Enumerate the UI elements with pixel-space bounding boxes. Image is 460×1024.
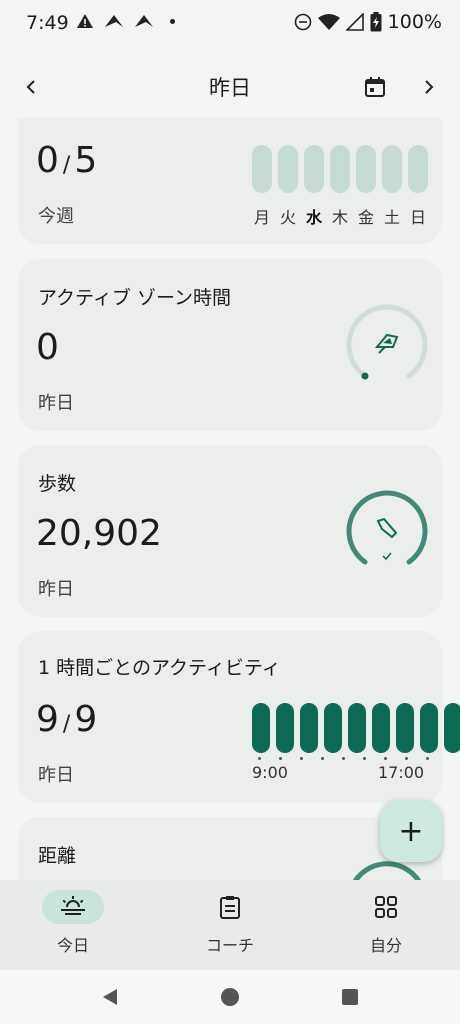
day-bar — [304, 145, 324, 193]
chevron-right-icon — [425, 80, 434, 94]
sunrise-icon — [61, 896, 85, 915]
do-not-disturb-icon — [294, 13, 311, 31]
weekly-goal-value: 0/5 — [36, 140, 98, 181]
weekly-bars — [252, 145, 428, 193]
notification-icons — [76, 13, 175, 29]
hourly-activity-label: 1 時間ごとのアクティビティ — [38, 657, 281, 679]
warning-icon — [77, 14, 93, 28]
battery-percent: 100% — [387, 11, 442, 33]
weekly-days-target: 5 — [74, 140, 98, 181]
nav-profile[interactable]: 自分 — [326, 890, 446, 956]
system-navigation-bar — [0, 970, 460, 1024]
steps-label: 歩数 — [38, 473, 77, 495]
steps-ring — [346, 490, 428, 565]
weekly-day-labels: 月 火 水 木 金 土 日 — [252, 204, 428, 228]
bottom-navigation: 今日 コーチ 自分 — [0, 880, 460, 970]
day-bar — [330, 145, 350, 193]
day-label: 日 — [409, 208, 426, 227]
status-time: 7:49 — [26, 12, 69, 34]
hourly-achieved: 9 — [36, 699, 59, 740]
fitbit-notification-icon — [135, 15, 153, 27]
more-notifications-dot-icon — [170, 18, 175, 24]
grid-icon — [375, 896, 397, 918]
hour-bar — [252, 703, 270, 753]
hourly-end-label: 17:00 — [378, 763, 425, 782]
weekly-days-achieved: 0 — [36, 140, 59, 181]
steps-subtitle: 昨日 — [38, 579, 74, 600]
hour-ticks — [258, 757, 429, 760]
active-zone-card[interactable]: アクティブ ゾーン時間 0 昨日 — [18, 259, 442, 431]
goal-check-icon — [382, 552, 392, 561]
steps-card[interactable]: 歩数 20,902 昨日 — [18, 445, 442, 617]
hour-bar — [324, 703, 342, 753]
plus-icon: + — [398, 813, 424, 849]
hourly-bars — [252, 703, 460, 753]
day-bar — [278, 145, 298, 193]
status-bar: 7:49 100% — [0, 0, 460, 50]
day-label-today: 水 — [305, 208, 322, 227]
nav-profile-label: 自分 — [369, 936, 402, 955]
calendar-icon — [365, 77, 385, 97]
weekly-subtitle: 今週 — [38, 206, 74, 227]
active-zone-ring — [346, 304, 428, 380]
wifi-icon — [317, 14, 340, 30]
day-bar — [382, 145, 402, 193]
nav-coach[interactable]: コーチ — [170, 890, 290, 956]
distance-label: 距離 — [38, 845, 77, 867]
top-app-bar: 昨日 — [0, 60, 460, 112]
hour-bar — [300, 703, 318, 753]
add-button[interactable]: + — [380, 800, 442, 862]
nav-today-label: 今日 — [56, 936, 89, 955]
day-bar — [408, 145, 428, 193]
day-label: 火 — [279, 208, 296, 227]
system-back-icon[interactable] — [100, 987, 120, 1007]
calendar-button[interactable] — [358, 70, 392, 104]
hour-bar — [420, 703, 438, 753]
fitbit-notification-icon — [105, 15, 123, 27]
active-zone-value: 0 — [36, 327, 59, 368]
next-day-button[interactable] — [412, 70, 446, 104]
nav-today[interactable]: 今日 — [13, 890, 133, 956]
day-bar — [252, 145, 272, 193]
hour-bar — [276, 703, 294, 753]
system-recents-icon[interactable] — [342, 989, 358, 1005]
day-label: 金 — [357, 208, 374, 227]
day-label: 土 — [383, 208, 400, 227]
battery-charging-icon — [370, 12, 382, 32]
active-zone-subtitle: 昨日 — [38, 393, 74, 414]
hourly-activity-value: 9/9 — [36, 699, 98, 740]
hour-bar — [396, 703, 414, 753]
hourly-activity-subtitle: 昨日 — [38, 765, 74, 786]
active-zone-icon — [374, 333, 399, 354]
system-home-icon[interactable] — [220, 987, 240, 1007]
day-label: 月 — [253, 208, 270, 227]
cell-signal-icon — [345, 13, 364, 31]
active-zone-label: アクティブ ゾーン時間 — [38, 287, 232, 309]
nav-today-indicator — [42, 890, 104, 924]
clipboard-icon — [220, 896, 240, 919]
hour-bar — [444, 703, 460, 753]
hourly-start-label: 9:00 — [252, 763, 288, 782]
day-bar — [356, 145, 376, 193]
hour-bar — [372, 703, 390, 753]
hourly-target: 9 — [74, 699, 98, 740]
day-label: 木 — [331, 208, 348, 227]
hour-bar — [348, 703, 366, 753]
steps-value: 20,902 — [36, 513, 162, 554]
shoe-icon — [376, 517, 398, 539]
nav-coach-label: コーチ — [205, 936, 254, 955]
